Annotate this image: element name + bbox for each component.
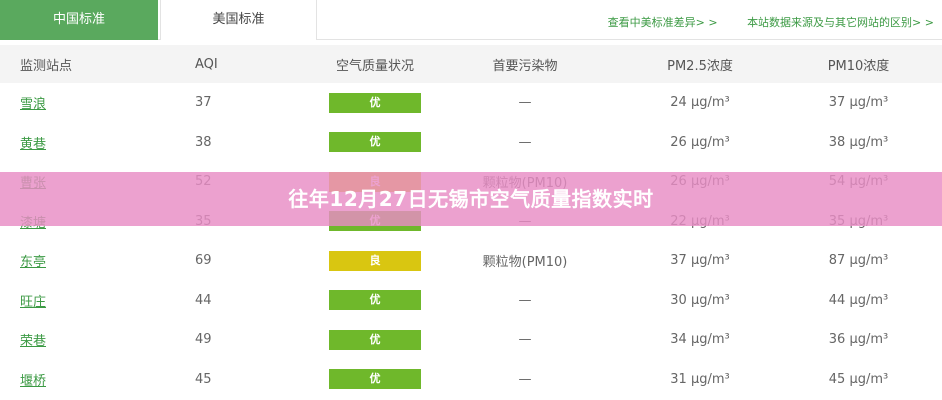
station-cell: 雪浪 [0, 83, 135, 123]
banner-title: 往年12月27日无锡市空气质量指数实时 [288, 187, 654, 211]
header-pollutant: 首要污染物 [492, 58, 558, 74]
pollutant-value: — [518, 371, 532, 387]
data-source-link[interactable]: 本站数据来源及与其它网站的区别> > [747, 16, 934, 29]
aqi-value: 49 [195, 332, 212, 348]
station-cell: 荣巷 [0, 320, 135, 360]
table-row: 黄巷 38 优 — 26 μg/m³ 38 μg/m³ [0, 123, 942, 163]
station-link[interactable]: 东亭 [20, 255, 46, 270]
pm25-value: 34 μg/m³ [670, 332, 730, 348]
quality-badge: 优 [329, 329, 421, 350]
pm25-value: 30 μg/m³ [670, 292, 730, 308]
pollutant-value: — [518, 134, 532, 150]
quality-cell: 优 [325, 83, 425, 123]
station-link[interactable]: 旺庄 [20, 295, 46, 310]
table-row: 雪浪 37 优 — 24 μg/m³ 37 μg/m³ [0, 83, 942, 123]
station-link[interactable]: 黄巷 [20, 137, 46, 152]
pollutant-value: 颗粒物(PM10) [482, 255, 568, 271]
top-links: 查看中美标准差异> > 本站数据来源及与其它网站的区别> > [582, 14, 934, 30]
quality-cell: 优 [325, 123, 425, 163]
quality-badge: 优 [329, 92, 421, 113]
pollutant-value: — [518, 332, 532, 348]
pm25-value: 26 μg/m³ [670, 134, 730, 150]
quality-badge: 优 [329, 369, 421, 390]
aqi-value: 38 [195, 134, 212, 150]
table-row: 东亭 69 良 颗粒物(PM10) 37 μg/m³ 87 μg/m³ [0, 241, 942, 281]
aqi-value: 44 [195, 292, 212, 308]
header-station: 监测站点 [20, 58, 73, 74]
pm25-value: 37 μg/m³ [670, 253, 730, 269]
standard-diff-link[interactable]: 查看中美标准差异> > [608, 16, 718, 29]
quality-cell: 良 [325, 241, 425, 281]
tab-us-standard[interactable]: 美国标准 [160, 0, 317, 40]
header-quality: 空气质量状况 [335, 58, 414, 74]
aqi-value: 37 [195, 95, 212, 111]
header-aqi: AQI [195, 56, 218, 72]
aqi-value: 45 [195, 371, 212, 387]
station-cell: 黄巷 [0, 123, 135, 163]
pm10-value: 37 μg/m³ [828, 95, 889, 111]
tab-china-standard[interactable]: 中国标准 [0, 0, 158, 40]
pm25-value: 24 μg/m³ [670, 95, 730, 111]
pm10-value: 44 μg/m³ [828, 292, 889, 308]
aqi-value: 69 [195, 253, 212, 269]
quality-badge: 良 [329, 250, 421, 271]
station-link[interactable]: 雪浪 [20, 97, 46, 112]
table-header-row: 监测站点 AQI 空气质量状况 首要污染物 PM2.5浓度 PM10浓度 [0, 45, 942, 83]
station-cell: 旺庄 [0, 281, 135, 321]
quality-badge: 优 [329, 132, 421, 153]
quality-cell: 优 [325, 320, 425, 360]
station-link[interactable]: 堰桥 [20, 374, 46, 389]
quality-cell: 优 [325, 281, 425, 321]
table-row: 荣巷 49 优 — 34 μg/m³ 36 μg/m³ [0, 320, 942, 360]
pm10-value: 38 μg/m³ [828, 134, 889, 150]
quality-cell: 优 [325, 360, 425, 400]
pollutant-value: — [518, 292, 532, 308]
pm10-value: 45 μg/m³ [828, 371, 889, 387]
table-row: 旺庄 44 优 — 30 μg/m³ 44 μg/m³ [0, 281, 942, 321]
pm25-value: 31 μg/m³ [670, 371, 730, 387]
station-cell: 东亭 [0, 241, 135, 281]
station-cell: 堰桥 [0, 360, 135, 400]
quality-badge: 优 [329, 290, 421, 311]
standard-tab-bar: 中国标准 美国标准 查看中美标准差异> > 本站数据来源及与其它网站的区别> > [0, 0, 942, 40]
header-pm25: PM2.5浓度 [667, 58, 733, 74]
pm10-value: 36 μg/m³ [828, 332, 889, 348]
station-link[interactable]: 荣巷 [20, 334, 46, 349]
pollutant-value: — [518, 95, 532, 111]
header-pm10: PM10浓度 [827, 58, 890, 74]
pm10-value: 87 μg/m³ [828, 253, 889, 269]
table-row: 堰桥 45 优 — 31 μg/m³ 45 μg/m³ [0, 360, 942, 400]
